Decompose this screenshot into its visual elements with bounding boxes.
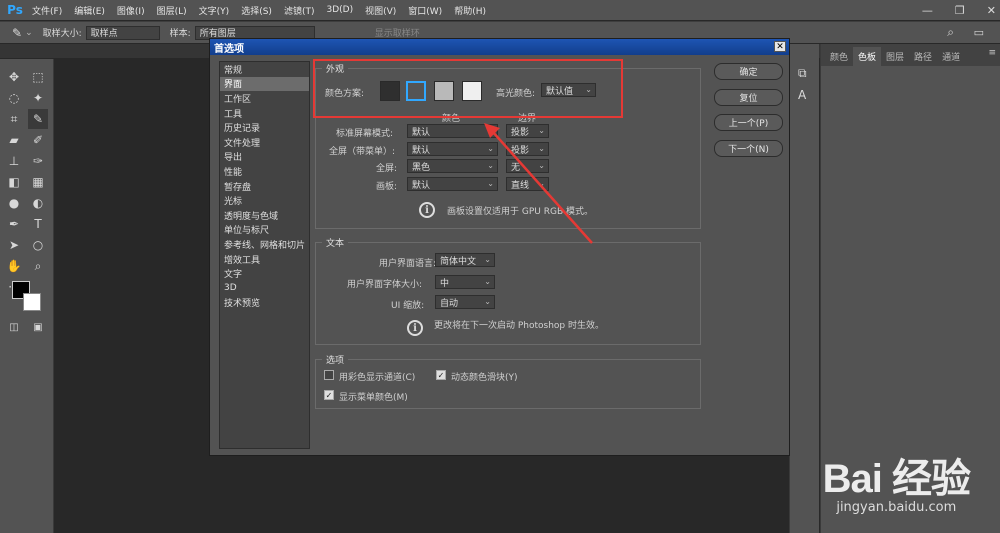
annotation-arrow [484, 123, 593, 244]
